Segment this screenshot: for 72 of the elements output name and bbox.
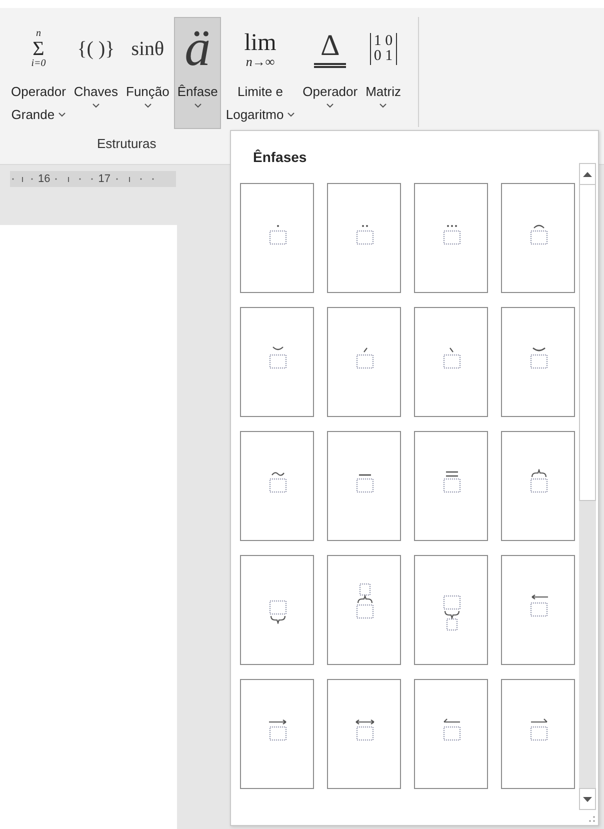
grave-accent-icon [442, 347, 462, 369]
down-triangle-icon [583, 796, 592, 802]
hat-accent-icon [529, 222, 549, 245]
accent-option[interactable] [327, 183, 401, 293]
dot-accent-icon [268, 224, 288, 245]
accent-option[interactable] [327, 431, 401, 541]
ribbon-button[interactable]: ä Ênfase [174, 17, 221, 129]
up-triangle-icon [583, 172, 592, 176]
chevron-icon [144, 103, 152, 108]
math-symbol: sinθ [131, 38, 164, 60]
ribbon-button[interactable]: 1 0 0 1 Matriz [362, 17, 404, 129]
accent-option[interactable] [327, 679, 401, 789]
breve-accent-icon [529, 347, 549, 369]
chevron-icon [58, 112, 66, 117]
double-arrow-accent-icon [355, 718, 375, 741]
accent-option[interactable] [414, 431, 488, 541]
gallery-title: Ênfases [252, 148, 308, 163]
ribbon-button[interactable]: sinθ Função [123, 17, 172, 129]
accent-option[interactable] [240, 555, 314, 665]
accent-option[interactable] [240, 679, 314, 789]
underbrace-icon [268, 600, 288, 624]
group-overbrace-icon [355, 583, 375, 619]
accent-option[interactable] [240, 431, 314, 541]
check-accent-icon [268, 346, 288, 369]
chevron-icon [286, 112, 295, 117]
accent-option[interactable] [327, 307, 401, 417]
accent-symbol: ä [184, 23, 211, 75]
right-arrow-accent-icon [268, 718, 288, 741]
acute-accent-icon [355, 347, 375, 369]
accent-option[interactable] [501, 183, 575, 293]
chevron-icon [194, 103, 202, 108]
accent-option[interactable] [414, 307, 488, 417]
accent-option[interactable] [240, 307, 314, 417]
ribbon-button[interactable]: {( )} Chaves [70, 17, 121, 129]
resize-grip-icon[interactable] [588, 815, 596, 823]
ruler-number: 17 [98, 173, 110, 185]
accent-option[interactable] [414, 183, 488, 293]
ribbon-button[interactable]: lim n→∞ Limite e Logaritmo [222, 17, 298, 129]
overbrace-icon [529, 469, 549, 493]
ruler-ticks [116, 176, 154, 182]
accent-option[interactable] [414, 679, 488, 789]
ribbon-button[interactable]: Δ Operador [300, 17, 361, 129]
chevron-icon [92, 103, 100, 108]
scrollbar-thumb[interactable] [579, 185, 596, 501]
group-underbrace-icon [442, 595, 462, 631]
scroll-up-button[interactable] [579, 163, 596, 185]
left-arrow-accent-icon [529, 594, 549, 617]
scroll-down-button[interactable] [579, 788, 596, 810]
ruler-ticks [12, 176, 33, 182]
sum-symbol: n Σ i=0 [31, 29, 46, 69]
accent-option[interactable] [501, 431, 575, 541]
accent-option[interactable] [414, 555, 488, 665]
group-label: Estruturas [96, 136, 158, 151]
bar-accent-icon [355, 474, 375, 493]
ribbon-button[interactable]: n Σ i=0 Operador Grande [8, 17, 69, 129]
accent-option[interactable] [327, 555, 401, 665]
accent-option[interactable] [501, 307, 575, 417]
chevron-icon [379, 103, 388, 108]
math-symbol: {( )} [77, 38, 115, 60]
triple-dot-accent-icon [442, 224, 462, 245]
ruler-ticks [55, 176, 94, 182]
limit-symbol: lim n→∞ [244, 30, 276, 68]
accent-option[interactable] [501, 555, 575, 665]
right-harpoon-accent-icon [529, 718, 549, 741]
chevron-icon [326, 103, 334, 108]
accent-option[interactable] [501, 679, 575, 789]
tilde-accent-icon [268, 470, 288, 493]
double-bar-accent-icon [442, 471, 462, 493]
accent-option[interactable] [240, 183, 314, 293]
left-harpoon-accent-icon [442, 718, 462, 741]
double-dot-accent-icon [355, 224, 375, 245]
ruler-number: 16 [38, 173, 50, 185]
